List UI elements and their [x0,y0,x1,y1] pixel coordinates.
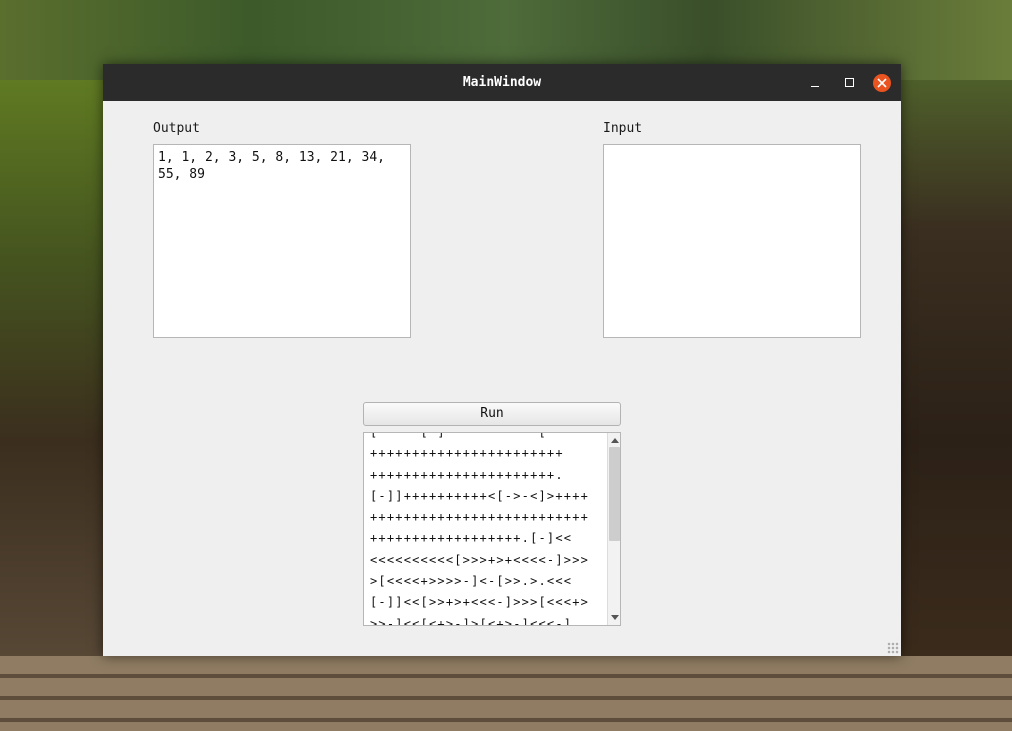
scroll-up-icon[interactable] [608,433,620,447]
code-line: +++++++++++++++++++++++ [370,446,564,461]
resize-grip-icon[interactable] [887,642,899,654]
code-line: >>-]<<[<+>-]>[<+>-]<<<-] [370,616,573,626]
close-icon [877,78,887,88]
window-title: MainWindow [462,75,542,90]
title-bar[interactable]: MainWindow [103,64,901,101]
minimize-button[interactable] [805,73,825,93]
scrollbar-thumb[interactable] [609,447,620,541]
code-line: [-----[-]-----------[ [370,432,547,439]
maximize-button[interactable] [839,73,859,93]
main-window: MainWindow Output Input 1, 1, 2, 3, 5, 8… [103,64,901,656]
code-line: ++++++++++++++++++++++++++ [370,510,590,525]
run-button[interactable]: Run [363,402,621,426]
code-text: [-----[-]-----------[ ++++++++++++++++++… [370,432,606,626]
desktop-background-left [0,80,103,680]
output-label: Output [153,121,200,136]
code-editor[interactable]: [-----[-]-----------[ ++++++++++++++++++… [363,432,621,626]
close-button[interactable] [873,74,891,92]
output-text: 1, 1, 2, 3, 5, 8, 13, 21, 34, 55, 89 [158,150,385,182]
output-textbox[interactable]: 1, 1, 2, 3, 5, 8, 13, 21, 34, 55, 89 [153,144,411,338]
desktop-background-right [901,80,1012,680]
input-textbox[interactable] [603,144,861,338]
code-line: ++++++++++++++++++++++. [370,467,564,482]
scroll-down-icon[interactable] [608,611,620,625]
desktop-background-floor [0,656,1012,731]
code-line: [-]]<<[>>+>+<<<-]>>>[<<<+> [370,595,590,610]
code-line: [-]]++++++++++<[->-<]>++++ [370,488,590,503]
code-line: >[<<<<+>>>>-]<-[>>.>.<<< [370,574,573,589]
code-line: <<<<<<<<<<[>>>+>+<<<<-]>>> [370,552,590,567]
code-line: ++++++++++++++++++.[-]<< [370,531,573,546]
input-label: Input [603,121,643,136]
vertical-scrollbar[interactable] [607,433,620,625]
